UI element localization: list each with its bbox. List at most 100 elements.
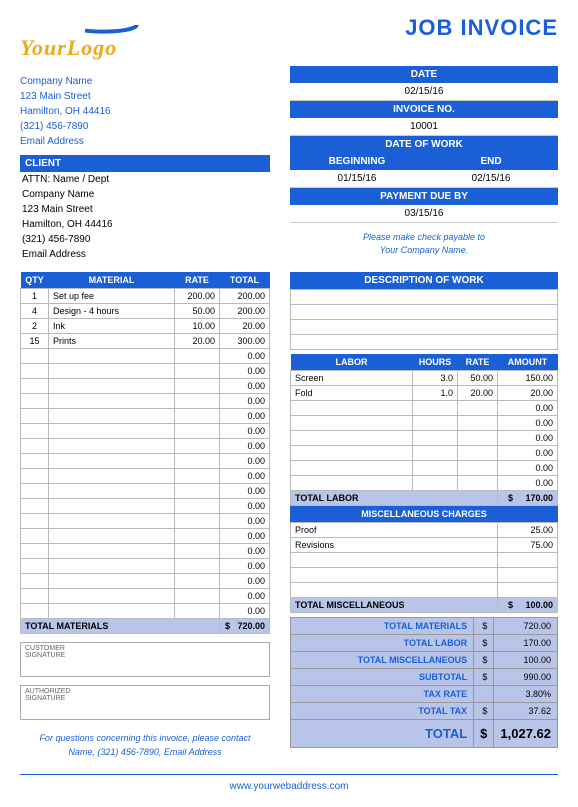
col-labor-rate: RATE	[458, 354, 498, 371]
table-row: 0.00	[21, 604, 270, 619]
table-row: 0.00	[21, 589, 270, 604]
labor-total-label: TOTAL LABOR	[291, 491, 498, 506]
end-header: END	[424, 153, 558, 170]
table-row: 0.00	[21, 439, 270, 454]
misc-total-label: TOTAL MISCELLANEOUS	[291, 598, 498, 613]
summary-table: TOTAL MATERIALS$720.00 TOTAL LABOR$170.0…	[290, 617, 558, 748]
materials-total: 720.00	[237, 621, 265, 631]
sum-sub: 990.00	[494, 669, 558, 686]
col-total: TOTAL	[220, 272, 270, 289]
sum-misc-lbl: TOTAL MISCELLANEOUS	[291, 652, 474, 669]
materials-table: QTY MATERIAL RATE TOTAL 1Set up fee200.0…	[20, 272, 270, 634]
sum-taxrate: 3.80%	[494, 686, 558, 703]
table-row: Revisions75.00	[291, 538, 558, 553]
table-row: 0.00	[21, 559, 270, 574]
table-row: 1Set up fee200.00200.00	[21, 289, 270, 304]
company-street: 123 Main Street	[20, 89, 270, 104]
misc-total-row: TOTAL MISCELLANEOUS $ 100.00	[291, 598, 558, 613]
desc-work-table	[290, 289, 558, 350]
invoice-no-header: INVOICE NO.	[290, 101, 558, 118]
date-of-work-header: DATE OF WORK	[290, 136, 558, 153]
logo-swoosh-icon	[20, 15, 160, 35]
payable-note: Please make check payable to Your Compan…	[290, 231, 558, 256]
end-value: 02/15/16	[424, 170, 558, 188]
logo-area: YourLogo	[20, 15, 160, 61]
client-attn: ATTN: Name / Dept	[20, 172, 270, 187]
table-row: 0.00	[291, 446, 558, 461]
table-row: Fold1.020.0020.00	[291, 386, 558, 401]
table-row: 0.00	[21, 529, 270, 544]
table-row: 0.00	[21, 469, 270, 484]
table-row: 15Prints20.00300.00	[21, 334, 270, 349]
desc-row	[291, 290, 558, 305]
table-row: 0.00	[21, 499, 270, 514]
company-phone: (321) 456-7890	[20, 119, 270, 134]
client-email: Email Address	[20, 247, 270, 262]
desc-work-header: DESCRIPTION OF WORK	[290, 272, 558, 289]
client-phone: (321) 456-7890	[20, 232, 270, 247]
table-row: 0.00	[291, 461, 558, 476]
table-row	[291, 583, 558, 598]
table-row: 2Ink10.0020.00	[21, 319, 270, 334]
sum-total: 1,027.62	[494, 720, 558, 748]
materials-total-label: TOTAL MATERIALS	[21, 619, 220, 634]
footer-url[interactable]: www.yourwebaddress.com	[20, 774, 558, 792]
table-row: 0.00	[21, 349, 270, 364]
table-row: 0.00	[21, 484, 270, 499]
col-rate: RATE	[175, 272, 220, 289]
misc-header: MISCELLANEOUS CHARGES	[290, 506, 558, 522]
client-block: ATTN: Name / Dept Company Name 123 Main …	[20, 172, 270, 262]
payable-line2: Your Company Name.	[290, 244, 558, 257]
desc-row	[291, 305, 558, 320]
table-row: Screen3.050.00150.00	[291, 371, 558, 386]
table-row: 0.00	[21, 409, 270, 424]
authorized-signature-box: AUTHORIZED SIGNATURE	[20, 685, 270, 720]
table-row: Proof25.00	[291, 523, 558, 538]
logo-text: YourLogo	[20, 35, 160, 61]
table-row: 4Design - 4 hours50.00200.00	[21, 304, 270, 319]
client-header: CLIENT	[20, 155, 270, 172]
desc-row	[291, 335, 558, 350]
contact-line2: Name, (321) 456-7890, Email Address	[20, 746, 270, 760]
table-row: 0.00	[21, 544, 270, 559]
col-qty: QTY	[21, 272, 49, 289]
contact-note: For questions concerning this invoice, p…	[20, 732, 270, 759]
table-row: 0.00	[21, 514, 270, 529]
sum-taxrate-lbl: TAX RATE	[291, 686, 474, 703]
table-row: 0.00	[291, 431, 558, 446]
table-row: 0.00	[291, 401, 558, 416]
payment-due-value: 03/15/16	[290, 205, 558, 223]
payment-due-header: PAYMENT DUE BY	[290, 188, 558, 205]
sum-sub-lbl: SUBTOTAL	[291, 669, 474, 686]
beginning-value: 01/15/16	[290, 170, 424, 188]
misc-table: Proof25.00Revisions75.00 TOTAL MISCELLAN…	[290, 522, 558, 613]
sum-lab-lbl: TOTAL LABOR	[291, 635, 474, 652]
currency-symbol: $	[225, 621, 230, 631]
company-name: Company Name	[20, 74, 270, 89]
table-row	[291, 568, 558, 583]
payable-line1: Please make check payable to	[290, 231, 558, 244]
sum-lab: 170.00	[494, 635, 558, 652]
sum-total-lbl: TOTAL	[291, 720, 474, 748]
client-name: Company Name	[20, 187, 270, 202]
table-row: 0.00	[21, 424, 270, 439]
desc-row	[291, 320, 558, 335]
company-info: Company Name 123 Main Street Hamilton, O…	[20, 74, 270, 149]
date-value: 02/15/16	[290, 83, 558, 101]
customer-signature-box: CUSTOMER SIGNATURE	[20, 642, 270, 677]
misc-total: 100.00	[525, 600, 553, 610]
date-header: DATE	[290, 66, 558, 83]
sum-mat-lbl: TOTAL MATERIALS	[291, 618, 474, 635]
invoice-no-value: 10001	[290, 118, 558, 136]
labor-total-row: TOTAL LABOR $ 170.00	[291, 491, 558, 506]
beginning-header: BEGINNING	[290, 153, 424, 170]
header-row: YourLogo JOB INVOICE	[20, 15, 558, 61]
company-email: Email Address	[20, 134, 270, 149]
client-street: 123 Main Street	[20, 202, 270, 217]
table-row	[291, 553, 558, 568]
materials-total-row: TOTAL MATERIALS $ 720.00	[21, 619, 270, 634]
sum-misc: 100.00	[494, 652, 558, 669]
page-title: JOB INVOICE	[405, 15, 558, 41]
sum-tax: 37.62	[494, 703, 558, 720]
col-amount: AMOUNT	[498, 354, 558, 371]
